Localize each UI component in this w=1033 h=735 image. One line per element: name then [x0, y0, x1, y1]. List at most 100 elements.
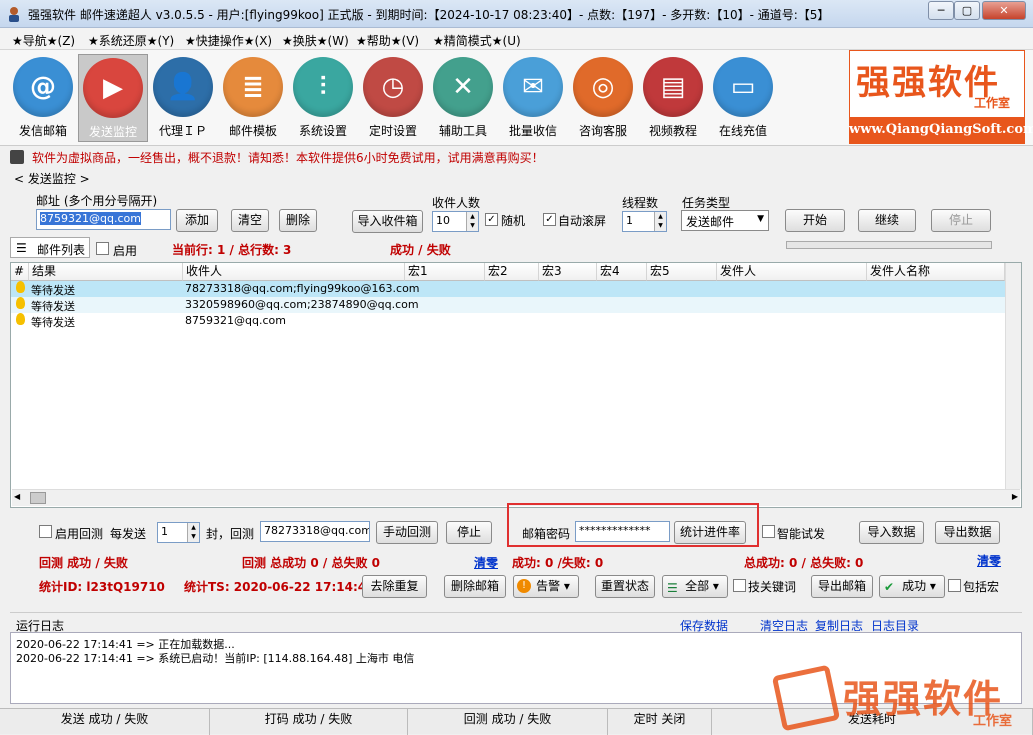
toolbar-label: 代理ＩＰ: [158, 124, 207, 138]
col-header[interactable]: 收件人: [183, 263, 405, 281]
at-icon: @: [13, 57, 73, 117]
export-mailbox-button[interactable]: 导出邮箱: [811, 575, 873, 598]
smart-try-checkbox[interactable]: [762, 525, 775, 538]
email-input[interactable]: 8759321@qq.com: [36, 209, 171, 230]
toolbar-lifebuoy-button[interactable]: ◎ 咨询客服: [568, 54, 638, 142]
success-dropdown[interactable]: ✔ 成功 ▾: [879, 575, 945, 598]
manual-callback-button[interactable]: 手动回测: [376, 521, 438, 544]
alert-dropdown[interactable]: ! 告警 ▾: [513, 575, 579, 598]
notice-icon: [10, 150, 24, 164]
toolbar-sliders-button[interactable]: ⫶ 系统设置: [288, 54, 358, 142]
toolbar-clock-button[interactable]: ◷ 定时设置: [358, 54, 428, 142]
keyword-checkbox[interactable]: [733, 579, 746, 592]
col-header[interactable]: 宏3: [539, 263, 597, 281]
menu-help[interactable]: ★帮助★(V): [356, 32, 419, 49]
maximize-button[interactable]: ▢: [954, 1, 980, 20]
random-checkbox[interactable]: ✓: [485, 213, 498, 226]
toolbar-at-button[interactable]: @ 发信邮箱: [8, 54, 78, 142]
include-macro-checkbox[interactable]: [948, 579, 961, 592]
stat-inbox-rate-button[interactable]: 统计进件率: [674, 521, 746, 544]
clear-total-link[interactable]: 清零: [977, 552, 1001, 569]
bulb-icon: [16, 313, 25, 325]
col-header[interactable]: 结果: [29, 263, 183, 281]
recipients-spinner[interactable]: 10 ▲ ▼: [432, 211, 479, 232]
table-row[interactable]: 等待发送 3320598960@qq.com;23874890@qq.com: [11, 297, 1021, 313]
enable-callback-label: 启用回测: [55, 527, 104, 541]
toolbar-label: 咨询客服: [578, 124, 627, 138]
notice-text: 软件为虚拟商品，一经售出，概不退款！请知悉！本软件提供6小时免费试用，试用满意再…: [32, 151, 544, 165]
tab-mail-list[interactable]: ☰ 邮件列表: [10, 237, 90, 258]
every-send-spinner[interactable]: 1 ▲ ▼: [157, 522, 200, 543]
export-data-button[interactable]: 导出数据: [935, 521, 1000, 544]
status-timer: 定时 关闭: [608, 709, 712, 735]
toolbar-tools-button[interactable]: ✕ 辅助工具: [428, 54, 498, 142]
task-type-select[interactable]: 发送邮件 ▼: [681, 210, 769, 231]
col-header[interactable]: 发件人名称: [867, 263, 1005, 281]
clear-callback-link[interactable]: 清零: [474, 554, 498, 571]
enable-callback-checkbox[interactable]: [39, 525, 52, 538]
col-header[interactable]: 宏2: [485, 263, 539, 281]
progress-bar: [786, 241, 992, 249]
col-header[interactable]: 宏5: [647, 263, 717, 281]
result-status: 成功 / 失败: [390, 243, 451, 257]
toolbar-play-button[interactable]: ▶ 发送监控: [78, 54, 148, 142]
user-icon: 👤: [153, 57, 213, 117]
app-icon: [6, 6, 22, 22]
status-captcha: 打码 成功 / 失败: [210, 709, 408, 735]
clock-icon: ◷: [363, 57, 423, 117]
table-row[interactable]: 等待发送 8759321@qq.com: [11, 313, 1021, 329]
stop-button[interactable]: 停止: [931, 209, 991, 232]
dedupe-button[interactable]: 去除重复: [362, 575, 427, 598]
import-inbox-button[interactable]: 导入收件箱: [352, 210, 423, 233]
table-row[interactable]: 等待发送 78273318@qq.com;flying99koo@163.com: [11, 281, 1021, 297]
menu-simple[interactable]: ★精简模式★(U): [433, 32, 521, 49]
callback-result-label: 回测 成功 / 失败: [39, 556, 128, 570]
all-dropdown[interactable]: ☰ 全部 ▾: [662, 575, 728, 598]
delete-button[interactable]: 删除: [279, 209, 317, 232]
recipients-label: 收件人数: [432, 196, 481, 210]
menu-nav[interactable]: ★导航★(Z): [12, 32, 75, 49]
import-data-button[interactable]: 导入数据: [859, 521, 924, 544]
start-button[interactable]: 开始: [785, 209, 845, 232]
toolbar-mail-button[interactable]: ✉ 批量收信: [498, 54, 568, 142]
add-button[interactable]: 添加: [176, 209, 218, 232]
toolbar-user-button[interactable]: 👤 代理ＩＰ: [148, 54, 218, 142]
reset-status-button[interactable]: 重置状态: [595, 575, 655, 598]
menu-bar: ★导航★(Z) ★系统还原★(Y) ★快捷操作★(X) ★换肤★(W) ★帮助★…: [0, 28, 1033, 50]
smart-try-label: 智能试发: [777, 527, 826, 541]
vertical-scrollbar[interactable]: [1005, 263, 1021, 489]
watermark-logo: 强强软件 工作室: [771, 664, 1033, 732]
chevron-down-icon: ▼: [757, 214, 764, 224]
threads-spinner[interactable]: 1 ▲ ▼: [622, 211, 667, 232]
close-button[interactable]: ✕: [982, 1, 1026, 20]
toolbar-label: 视频教程: [648, 124, 697, 138]
minimize-button[interactable]: ─: [928, 1, 954, 20]
toolbar-label: 邮件模板: [228, 124, 277, 138]
tools-icon: ✕: [433, 57, 493, 117]
stat-id-label: 统计ID: l23tQ19710: [39, 580, 165, 594]
menu-restore[interactable]: ★系统还原★(Y): [88, 32, 174, 49]
toolbar-document-button[interactable]: ≣ 邮件模板: [218, 54, 288, 142]
continue-button[interactable]: 继续: [858, 209, 916, 232]
autoscroll-label: 自动滚屏: [558, 214, 607, 228]
callback-stop-button[interactable]: 停止: [446, 521, 492, 544]
mail-table[interactable]: # 结果 收件人 宏1 宏2 宏3 宏4 宏5 发件人 发件人名称 等待发送 7…: [10, 262, 1022, 508]
autoscroll-checkbox[interactable]: ✓: [543, 213, 556, 226]
task-type-label: 任务类型: [682, 196, 731, 210]
mailbox-password-input[interactable]: *************: [575, 521, 670, 542]
status-send: 发送 成功 / 失败: [0, 709, 210, 735]
col-header[interactable]: 发件人: [717, 263, 867, 281]
callback-email-input[interactable]: 78273318@qq.com: [260, 521, 370, 542]
logo-url: www.QiangQiangSoft.com: [849, 122, 1033, 137]
col-header[interactable]: 宏4: [597, 263, 647, 281]
toolbar-card-button[interactable]: ▭ 在线充值: [708, 54, 778, 142]
col-header[interactable]: #: [11, 263, 29, 281]
enable-checkbox[interactable]: [96, 242, 109, 255]
menu-skin[interactable]: ★换肤★(W): [282, 32, 349, 49]
toolbar-label: 在线充值: [718, 124, 767, 138]
col-header[interactable]: 宏1: [405, 263, 485, 281]
clear-button[interactable]: 清空: [231, 209, 269, 232]
menu-quick[interactable]: ★快捷操作★(X): [185, 32, 272, 49]
delete-mailbox-button[interactable]: 删除邮箱: [444, 575, 506, 598]
toolbar-film-button[interactable]: ▤ 视频教程: [638, 54, 708, 142]
